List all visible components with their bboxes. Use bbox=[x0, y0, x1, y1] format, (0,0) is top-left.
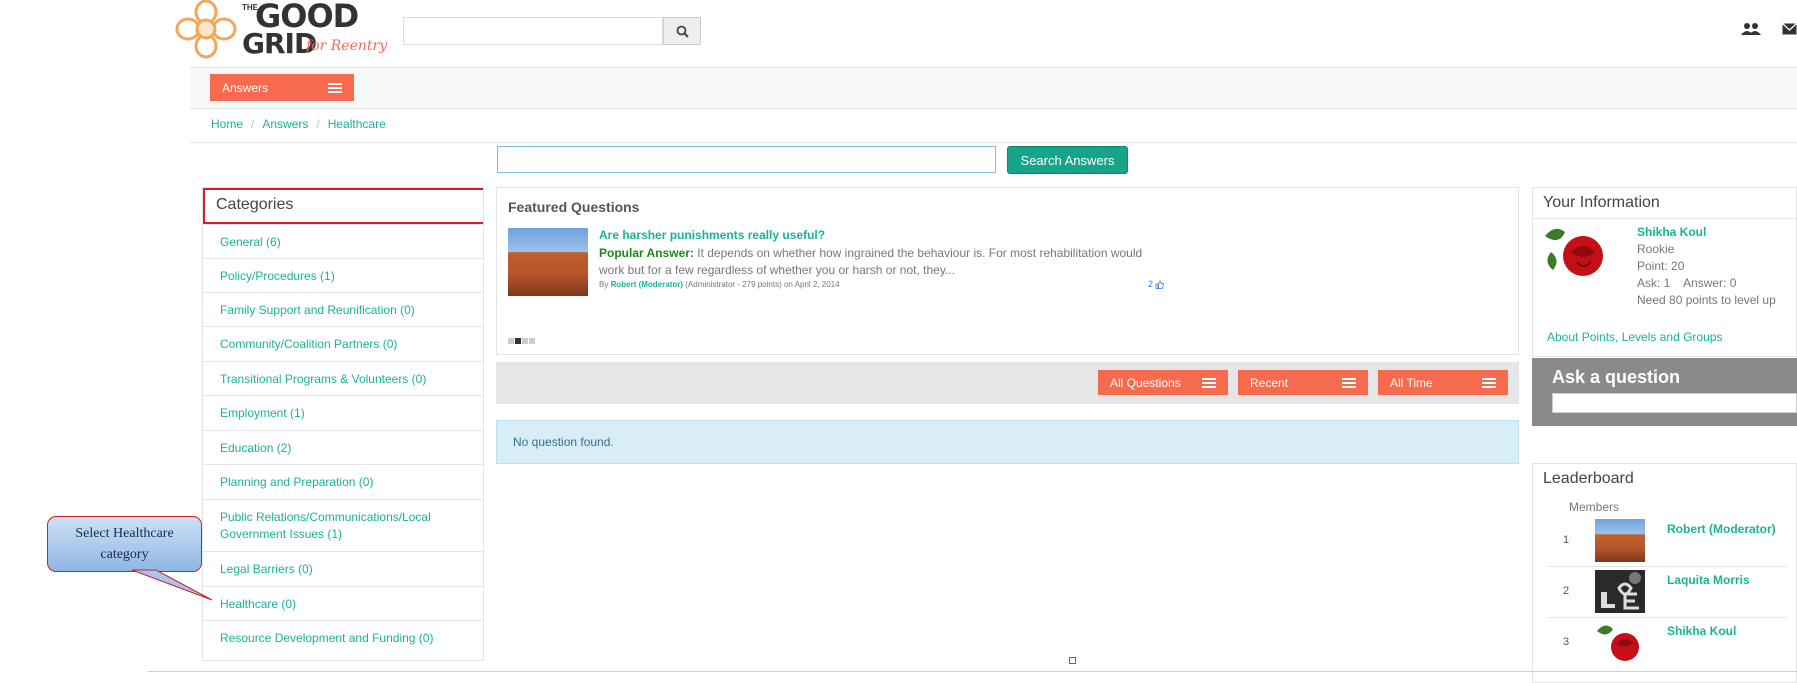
popular-answer-label: Popular Answer: bbox=[599, 246, 694, 260]
question-thumbnail bbox=[508, 228, 588, 296]
header-search-input[interactable] bbox=[403, 17, 663, 45]
menu-icon bbox=[1482, 377, 1496, 388]
leaderboard-rank: 1 bbox=[1563, 534, 1570, 546]
menu-icon bbox=[1202, 377, 1216, 388]
carousel-indicators[interactable] bbox=[508, 338, 535, 344]
leaderboard-avatar bbox=[1597, 625, 1639, 661]
category-community-coalition[interactable]: Community/Coalition Partners (0) bbox=[203, 326, 483, 361]
answers-menu-button[interactable]: Answers bbox=[210, 74, 354, 101]
logo-the: THE bbox=[242, 3, 258, 12]
category-public-relations[interactable]: Public Relations/Communications/Local Go… bbox=[203, 499, 483, 551]
thumbs-up-icon bbox=[1155, 280, 1165, 289]
leaderboard-row: 3 Shikha Koul bbox=[1547, 618, 1787, 668]
search-icon bbox=[676, 25, 689, 38]
breadcrumb-healthcare[interactable]: Healthcare bbox=[328, 117, 386, 131]
filter-recent[interactable]: Recent bbox=[1238, 370, 1368, 395]
filter-all-time[interactable]: All Time bbox=[1378, 370, 1508, 395]
menu-icon bbox=[1342, 377, 1356, 388]
user-level-need: Need 80 points to level up bbox=[1637, 293, 1776, 307]
header-search-button[interactable] bbox=[663, 17, 701, 45]
category-legal-barriers[interactable]: Legal Barriers (0) bbox=[203, 551, 483, 586]
featured-title: Featured Questions bbox=[508, 199, 640, 215]
about-points-link[interactable]: About Points, Levels and Groups bbox=[1547, 330, 1722, 344]
leaderboard-member-link[interactable]: Robert (Moderator) bbox=[1667, 522, 1776, 536]
featured-questions-panel: Featured Questions Are harsher punishmen… bbox=[496, 187, 1519, 355]
by-label: By bbox=[599, 280, 609, 289]
like-count[interactable]: 2 bbox=[1148, 279, 1165, 289]
breadcrumb-separator: / bbox=[316, 117, 320, 131]
category-planning[interactable]: Planning and Preparation (0) bbox=[203, 464, 483, 499]
leaderboard-member-link[interactable]: Shikha Koul bbox=[1667, 624, 1736, 638]
logo-tagline: for Reentry bbox=[306, 38, 388, 54]
leaderboard-title: Leaderboard bbox=[1543, 470, 1634, 487]
leaderboard-panel: Leaderboard Members 1 Robert (Moderator)… bbox=[1532, 463, 1797, 683]
ask-question-title: Ask a question bbox=[1552, 367, 1681, 387]
answers-search-input[interactable] bbox=[497, 146, 996, 173]
category-family-support[interactable]: Family Support and Reunification (0) bbox=[203, 292, 483, 326]
leaderboard-members-label: Members bbox=[1569, 500, 1620, 514]
leaderboard-row: 1 Robert (Moderator) bbox=[1547, 516, 1787, 567]
user-ask-answer: Ask: 1 Answer: 0 bbox=[1637, 276, 1737, 290]
filter-all-questions-label: All Questions bbox=[1110, 375, 1181, 390]
leaderboard-row: 2 Laquita Morris bbox=[1547, 567, 1787, 618]
category-employment[interactable]: Employment (1) bbox=[203, 395, 483, 430]
leaderboard-avatar bbox=[1595, 519, 1645, 562]
leaderboard-rank: 3 bbox=[1563, 636, 1570, 648]
breadcrumb-home[interactable]: Home bbox=[211, 117, 243, 131]
menu-icon bbox=[328, 82, 342, 93]
envelope-icon[interactable] bbox=[1782, 22, 1797, 39]
answer-meta: By Robert (Moderator) (Administrator - 2… bbox=[599, 280, 840, 289]
site-logo[interactable]: THE GOOD GRID for Reentry bbox=[172, 0, 392, 60]
callout-pointer bbox=[131, 569, 213, 601]
window-bottom-border bbox=[148, 671, 1797, 672]
breadcrumb-separator: / bbox=[251, 117, 255, 131]
breadcrumb-answers[interactable]: Answers bbox=[262, 117, 308, 131]
featured-question-link[interactable]: Are harsher punishments really useful? bbox=[599, 228, 825, 242]
resize-handle[interactable] bbox=[1069, 657, 1076, 664]
author-meta: (Administrator - 279 points) bbox=[685, 280, 782, 289]
no-questions-alert: No question found. bbox=[496, 420, 1519, 464]
search-answers-button[interactable]: Search Answers bbox=[1007, 146, 1128, 174]
callout-line-1: Select Healthcare bbox=[75, 526, 174, 541]
your-information-panel: Your Information Shikha Koul Rookie Poin… bbox=[1532, 187, 1797, 357]
like-count-value: 2 bbox=[1148, 279, 1154, 289]
user-rank: Rookie bbox=[1637, 242, 1675, 256]
category-resource-development[interactable]: Resource Development and Funding (0) bbox=[203, 620, 483, 655]
popular-answer: Popular Answer: It depends on whether ho… bbox=[599, 245, 1159, 279]
user-avatar bbox=[1545, 228, 1603, 276]
category-policy-procedures[interactable]: Policy/Procedures (1) bbox=[203, 258, 483, 292]
breadcrumb: Home / Answers / Healthcare bbox=[190, 108, 1797, 143]
filter-all-time-label: All Time bbox=[1390, 375, 1433, 390]
category-general[interactable]: General (6) bbox=[203, 224, 483, 258]
leaderboard-rank: 2 bbox=[1563, 585, 1570, 597]
answer-date: on April 2, 2014 bbox=[783, 280, 840, 289]
answers-toolbar bbox=[190, 67, 1797, 109]
user-name-link[interactable]: Shikha Koul bbox=[1637, 224, 1776, 241]
leaderboard-member-link[interactable]: Laquita Morris bbox=[1667, 573, 1750, 587]
filter-recent-label: Recent bbox=[1250, 375, 1289, 390]
category-transitional-programs[interactable]: Transitional Programs & Volunteers (0) bbox=[203, 361, 483, 395]
answers-menu-label: Answers bbox=[222, 80, 269, 95]
your-information-title: Your Information bbox=[1533, 188, 1796, 219]
categories-panel: Categories General (6) Policy/Procedures… bbox=[202, 187, 484, 661]
leaderboard-avatar bbox=[1595, 570, 1645, 613]
categories-title: Categories bbox=[203, 188, 483, 224]
ask-question-input[interactable] bbox=[1552, 393, 1797, 413]
users-icon[interactable] bbox=[1741, 22, 1761, 40]
filter-all-questions[interactable]: All Questions bbox=[1098, 370, 1228, 395]
category-education[interactable]: Education (2) bbox=[203, 430, 483, 464]
user-points: Point: 20 bbox=[1637, 259, 1685, 273]
ask-question-panel: Ask a question bbox=[1532, 358, 1797, 426]
flower-logo-icon bbox=[175, 0, 237, 59]
answer-author-link[interactable]: Robert (Moderator) bbox=[611, 280, 683, 289]
user-info: Shikha Koul Rookie Point: 20 Ask: 1 Answ… bbox=[1637, 224, 1776, 309]
category-healthcare[interactable]: Healthcare (0) bbox=[203, 586, 483, 620]
